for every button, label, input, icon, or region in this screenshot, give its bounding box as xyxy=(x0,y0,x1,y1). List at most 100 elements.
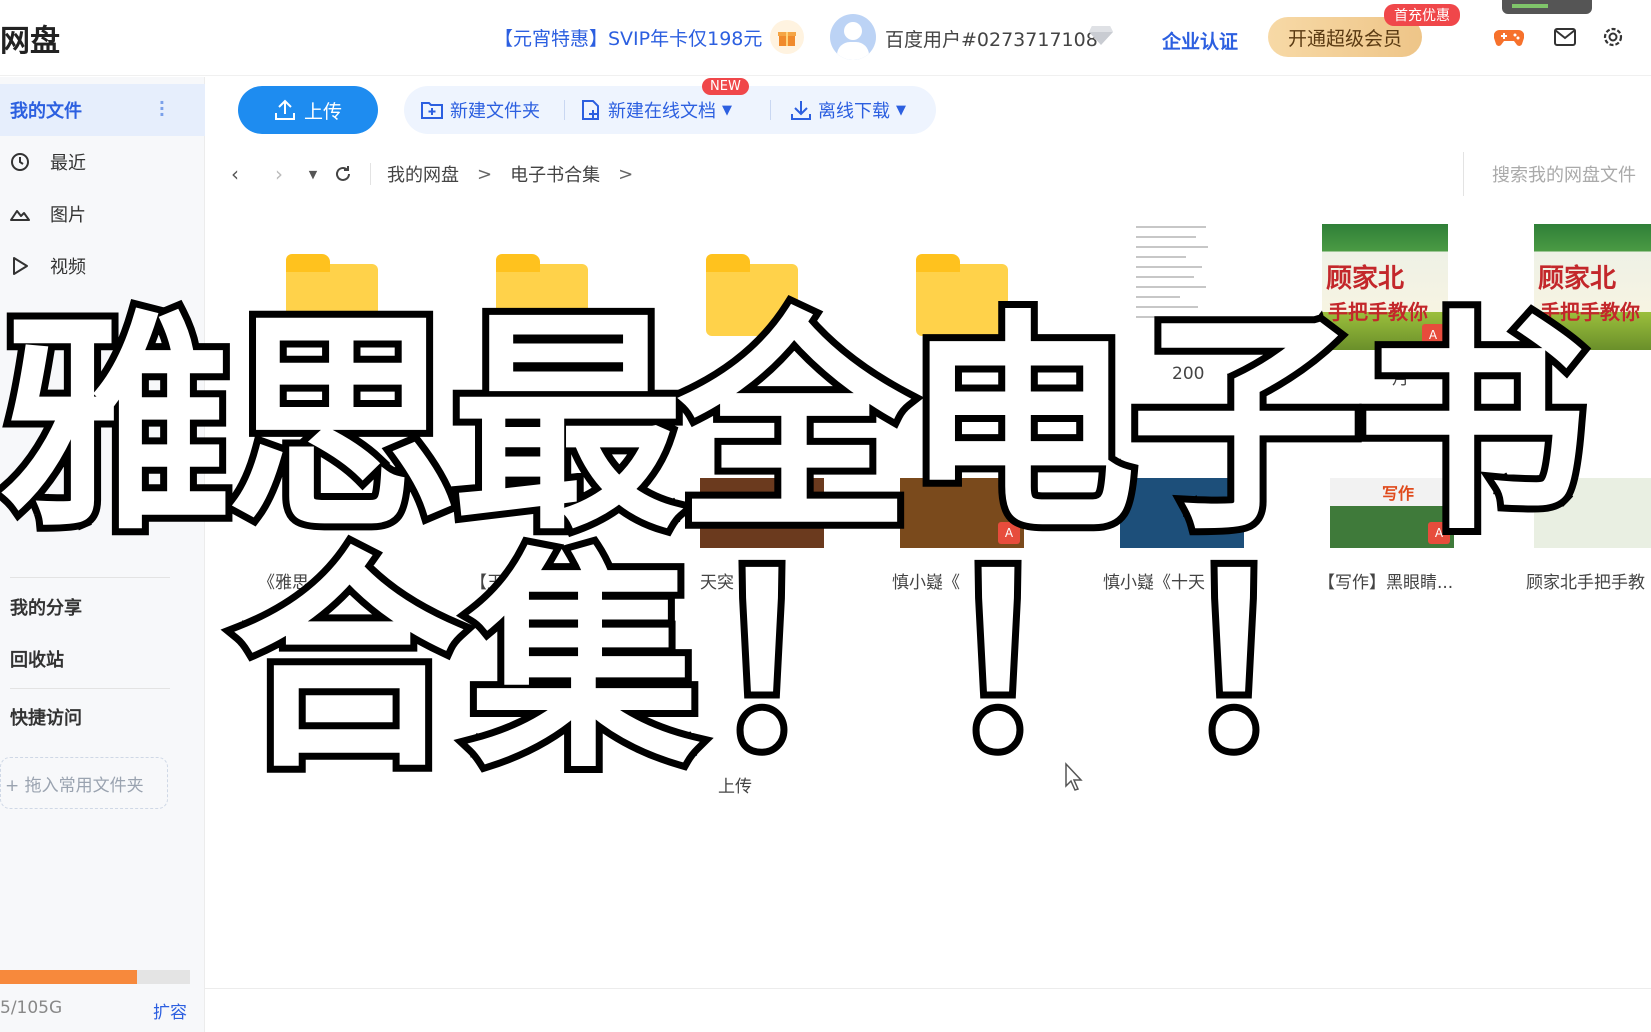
upload-button[interactable]: 上传 xyxy=(238,86,378,134)
sidebar-item-trash[interactable]: 回收站 xyxy=(0,633,205,685)
pdf-tile[interactable]: 顾家北 手把手教你 A xyxy=(1322,224,1462,364)
status-bar xyxy=(205,988,1651,1032)
file-name[interactable]: 慎小嶷《十天 xyxy=(1103,568,1273,593)
enterprise-verify-link[interactable]: 企业认证 xyxy=(1162,27,1238,54)
book-title: 顾家北 xyxy=(1326,264,1405,294)
sidebar-divider xyxy=(10,577,170,578)
offline-download-button[interactable]: 离线下载 ▼ xyxy=(790,86,906,134)
file-name[interactable]: 顾家北手把手教 xyxy=(1526,568,1651,593)
file-name: 月 xyxy=(1392,369,1409,389)
storage-quota-bar xyxy=(0,970,190,984)
breadcrumb-root[interactable]: 我的网盘 xyxy=(387,161,459,187)
download-icon xyxy=(791,101,811,120)
sidebar-item-my-files[interactable]: 我的文件 · · · xyxy=(0,84,205,136)
document-tile[interactable] xyxy=(1118,220,1258,360)
folder-tile[interactable] xyxy=(678,242,818,382)
folder-tile[interactable] xyxy=(888,242,1028,382)
play-icon xyxy=(2,256,38,276)
folder-icon xyxy=(706,254,798,336)
toolbar-separator xyxy=(564,100,565,120)
netdisk-window: 网盘 【元宵特惠】SVIP年卡仅198元 百度用户#0273717108 企业认… xyxy=(0,0,1651,1032)
file-thumbnail[interactable] xyxy=(1120,478,1244,548)
history-dropdown-icon[interactable]: ▼ xyxy=(298,159,328,189)
gamepad-icon[interactable] xyxy=(1494,22,1524,52)
breadcrumb-separator: > xyxy=(618,163,634,185)
clock-icon xyxy=(2,152,38,172)
toolbar-group: 新建文件夹 新建在线文档 ▼ 离线下载 ▼ xyxy=(404,86,936,134)
cover-label: 写作 xyxy=(1382,484,1415,503)
promo-link[interactable]: 【元宵特惠】SVIP年卡仅198元 xyxy=(494,24,762,51)
file-name[interactable]: 【王 xyxy=(470,568,640,593)
file-thumbnail[interactable] xyxy=(1534,478,1651,548)
sidebar-item-my-share[interactable]: 我的分享 xyxy=(0,581,205,633)
file-thumbnail[interactable]: A xyxy=(900,478,1024,548)
file-name[interactable]: 天突 xyxy=(700,568,870,593)
forward-icon[interactable]: › xyxy=(264,159,294,189)
file-name[interactable]: 上传 xyxy=(718,772,778,797)
drop-common-folder-zone[interactable]: + 拖入常用文件夹 xyxy=(0,757,168,809)
new-online-doc-label: 新建在线文档 xyxy=(608,101,716,122)
mail-icon[interactable] xyxy=(1550,22,1580,52)
book-title: 顾家北 xyxy=(1538,264,1617,294)
back-icon[interactable]: ‹ xyxy=(220,159,250,189)
pdf-icon: A xyxy=(998,522,1020,544)
sidebar-item-label: 快捷访问 xyxy=(10,708,82,729)
sidebar-item-label: 我的文件 xyxy=(10,101,82,122)
pdf-tile[interactable]: 顾家北 手把手教你 xyxy=(1534,224,1651,364)
pdf-icon: A xyxy=(1428,522,1450,544)
chevron-down-icon: ▼ xyxy=(722,102,732,118)
username[interactable]: 百度用户#0273717108 xyxy=(885,25,1098,52)
sidebar-item-recent[interactable]: 最近 xyxy=(0,136,205,188)
search-input[interactable]: 搜索我的网盘文件 xyxy=(1463,152,1651,196)
book-subtitle: 手把手教你 xyxy=(1540,300,1640,324)
app-brand: 网盘 xyxy=(0,24,60,59)
new-folder-button[interactable]: 新建文件夹 xyxy=(420,86,540,134)
breadcrumb: ‹ › ▼ 我的网盘 > 电子书合集 > xyxy=(220,152,1651,196)
more-icon[interactable]: · · · xyxy=(159,95,165,123)
sidebar-item-videos[interactable]: 视频 xyxy=(0,240,205,292)
folder-tile[interactable] xyxy=(258,242,398,382)
new-folder-label: 新建文件夹 xyxy=(450,101,540,122)
file-name[interactable]: 《雅思 xyxy=(258,568,428,593)
avatar[interactable] xyxy=(830,14,876,60)
toolbar-separator xyxy=(770,100,771,120)
sidebar-item-label: 我的分享 xyxy=(10,598,82,619)
mouse-cursor-icon xyxy=(1064,762,1084,796)
sidebar: 我的文件 · · · 最近 图片 视频 我的分享 回收站 快捷访问 + 拖入常用文件… xyxy=(0,77,205,1032)
vip-badge: 首充优惠 xyxy=(1384,4,1460,26)
sidebar-divider xyxy=(10,688,170,689)
breadcrumb-current[interactable]: 电子书合集 xyxy=(510,161,600,187)
upload-label: 上传 xyxy=(303,100,342,123)
storage-quota-fill xyxy=(0,970,137,984)
file-name: 200 xyxy=(1172,364,1205,384)
cloud-image-icon xyxy=(2,205,38,223)
file-thumbnail[interactable] xyxy=(700,478,824,548)
new-doc-icon xyxy=(582,100,599,120)
folder-tile[interactable] xyxy=(468,242,608,382)
storage-quota-text: 5/105G xyxy=(0,998,63,1018)
sidebar-item-quick-access[interactable]: 快捷访问 xyxy=(0,691,205,743)
folder-icon xyxy=(286,254,378,336)
file-name[interactable]: 慎小嶷《 xyxy=(892,568,1062,593)
recording-widget xyxy=(1502,0,1592,14)
document-thumbnail xyxy=(1126,220,1246,340)
gift-icon[interactable] xyxy=(770,20,804,54)
folder-icon xyxy=(496,254,588,336)
settings-icon[interactable] xyxy=(1598,22,1628,52)
sidebar-item-label: 图片 xyxy=(50,205,86,226)
expand-storage-link[interactable]: 扩容 xyxy=(153,998,187,1023)
diamond-icon[interactable] xyxy=(1088,24,1114,50)
offline-download-label: 离线下载 xyxy=(818,101,890,122)
nav-divider xyxy=(370,163,371,185)
file-thumbnail[interactable]: 写作 A xyxy=(1330,478,1454,548)
sidebar-item-label: 视频 xyxy=(50,257,86,278)
pdf-icon: A xyxy=(1422,324,1444,346)
file-name[interactable]: 【写作】黑眼睛... xyxy=(1318,568,1488,593)
refresh-icon[interactable] xyxy=(328,159,358,189)
sidebar-item-images[interactable]: 图片 xyxy=(0,188,205,240)
new-badge: NEW xyxy=(702,78,749,95)
folder-icon xyxy=(916,254,1008,336)
upload-icon xyxy=(274,99,295,120)
book-cover: 顾家北 手把手教你 xyxy=(1534,224,1651,350)
book-subtitle: 手把手教你 xyxy=(1328,300,1428,324)
